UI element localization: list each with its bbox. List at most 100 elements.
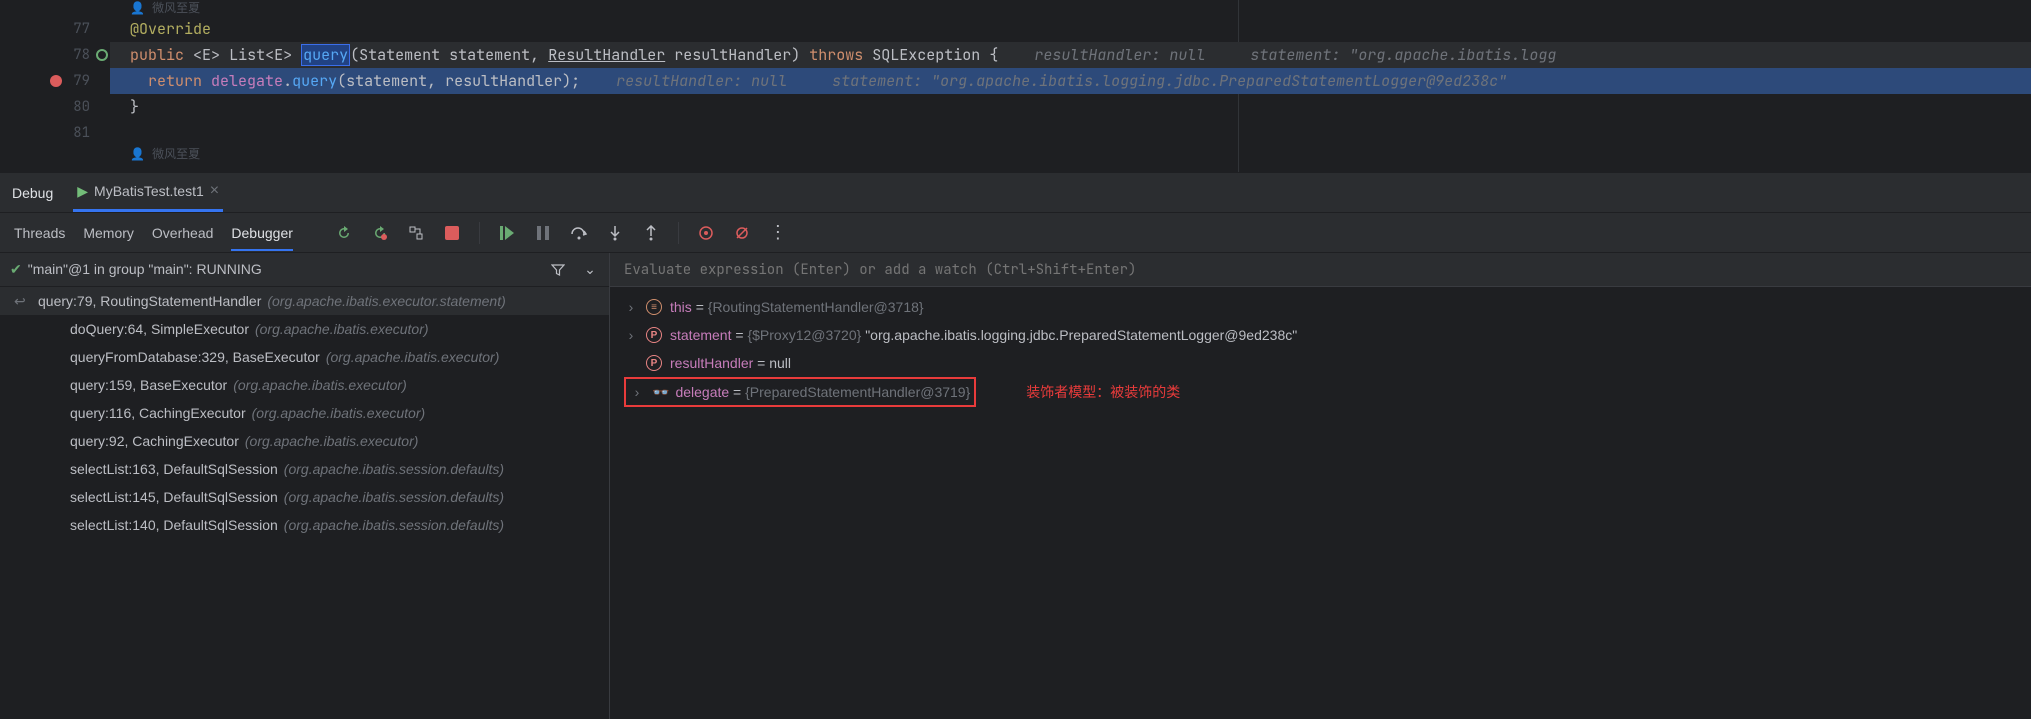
frame-location: selectList:145, DefaultSqlSession <box>70 489 278 505</box>
frame-package: (org.apache.ibatis.session.defaults) <box>284 489 504 505</box>
annotation-text: 装饰者模型：被装饰的类 <box>1026 382 1180 402</box>
modify-run-config-icon[interactable] <box>407 224 425 242</box>
breakpoint-icon[interactable] <box>50 75 62 87</box>
rerun-icon[interactable] <box>335 224 353 242</box>
frame-package: (org.apache.ibatis.executor) <box>255 321 429 337</box>
stack-frame[interactable]: queryFromDatabase:329, BaseExecutor (org… <box>0 343 609 371</box>
code-line-current[interactable]: return delegate.query(statement, resultH… <box>110 68 2031 94</box>
inline-hint: resultHandler: null <box>1034 45 1205 65</box>
chevron-right-icon[interactable]: › <box>624 327 638 343</box>
line-number: 80 <box>0 94 110 120</box>
param-icon: P <box>646 327 662 343</box>
chevron-down-icon[interactable]: ⌄ <box>581 261 599 279</box>
thread-status: "main"@1 in group "main": RUNNING <box>28 261 262 277</box>
frame-location: query:159, BaseExecutor <box>70 377 227 393</box>
highlight-box: › 👓 delegate = {PreparedStatementHandler… <box>624 377 976 407</box>
evaluate-input[interactable] <box>624 261 2031 279</box>
inline-hint: resultHandler: null <box>616 71 787 91</box>
frames-list[interactable]: ↩ query:79, RoutingStatementHandler (org.… <box>0 287 609 719</box>
variable-statement[interactable]: › P statement = {$Proxy12@3720} "org.apa… <box>610 321 2031 349</box>
object-icon: ≡ <box>646 299 662 315</box>
line-number[interactable]: 79 <box>0 68 110 94</box>
frame-package: (org.apache.ibatis.session.defaults) <box>284 517 504 533</box>
debug-toolbar: Threads Memory Overhead Debugger ⋮ <box>0 213 2031 253</box>
frame-location: query:92, CachingExecutor <box>70 433 239 449</box>
filter-icon[interactable] <box>549 261 567 279</box>
debug-tab-label: MyBatisTest.test1 <box>94 183 204 199</box>
debug-body: ✔ "main"@1 in group "main": RUNNING ⌄ ↩ qu… <box>0 253 2031 719</box>
author-hint: 👤 微风至夏 <box>110 146 2031 162</box>
evaluate-expression-field[interactable] <box>610 253 2031 287</box>
tab-memory[interactable]: Memory <box>83 225 134 241</box>
tab-debugger[interactable]: Debugger <box>231 225 293 251</box>
line-number: 77 <box>0 16 110 42</box>
frame-location: query:116, CachingExecutor <box>70 405 246 421</box>
debug-header: Debug ▶ MyBatisTest.test1 × <box>0 173 2031 213</box>
stack-frame[interactable]: query:116, CachingExecutor (org.apache.i… <box>0 399 609 427</box>
frame-location: selectList:163, DefaultSqlSession <box>70 461 278 477</box>
variables-list[interactable]: › ≡ this = {RoutingStatementHandler@3718… <box>610 287 2031 719</box>
debug-title: Debug <box>12 185 53 201</box>
resume-icon[interactable] <box>498 224 516 242</box>
frame-package: (org.apache.ibatis.executor) <box>326 349 500 365</box>
separator <box>678 222 679 244</box>
step-into-icon[interactable] <box>606 224 624 242</box>
author-hint: 👤 微风至夏 <box>110 0 2031 16</box>
more-icon[interactable]: ⋮ <box>769 224 787 242</box>
code-area[interactable]: 👤 微风至夏 @Override public <E> List<E> quer… <box>110 0 2031 172</box>
editor-gutter: 77 78 79 80 81 <box>0 0 110 172</box>
step-over-icon[interactable] <box>570 224 588 242</box>
inline-hint: statement: "org.apache.ibatis.logging.jd… <box>832 71 1507 91</box>
param-icon: P <box>646 355 662 371</box>
tab-overhead[interactable]: Overhead <box>152 225 213 241</box>
rerun-failed-icon[interactable] <box>371 224 389 242</box>
frame-package: (org.apache.ibatis.executor.statement) <box>267 293 505 309</box>
stop-icon[interactable] <box>443 224 461 242</box>
variable-this[interactable]: › ≡ this = {RoutingStatementHandler@3718… <box>610 293 2031 321</box>
view-breakpoints-icon[interactable] <box>697 224 715 242</box>
frame-location: query:79, RoutingStatementHandler <box>38 293 261 309</box>
stack-frame[interactable]: query:159, BaseExecutor (org.apache.ibat… <box>0 371 609 399</box>
frames-panel: ✔ "main"@1 in group "main": RUNNING ⌄ ↩ qu… <box>0 253 610 719</box>
stack-frame[interactable]: selectList:145, DefaultSqlSession (org.a… <box>0 483 609 511</box>
separator <box>479 222 480 244</box>
code-line[interactable]: public <E> List<E> query(Statement state… <box>110 42 2031 68</box>
mute-breakpoints-icon[interactable] <box>733 224 751 242</box>
code-line[interactable]: @Override <box>110 16 2031 42</box>
tab-threads[interactable]: Threads <box>14 225 65 241</box>
stack-frame[interactable]: selectList:163, DefaultSqlSession (org.a… <box>0 455 609 483</box>
chevron-right-icon[interactable]: › <box>630 384 644 400</box>
frame-package: (org.apache.ibatis.executor) <box>233 377 407 393</box>
stack-frame[interactable]: selectList:140, DefaultSqlSession (org.a… <box>0 511 609 539</box>
frame-package: (org.apache.ibatis.executor) <box>252 405 426 421</box>
variables-panel: › ≡ this = {RoutingStatementHandler@3718… <box>610 253 2031 719</box>
code-line[interactable]: } <box>110 94 2031 120</box>
pause-icon[interactable] <box>534 224 552 242</box>
close-icon[interactable]: × <box>210 182 219 200</box>
line-number[interactable]: 78 <box>0 42 110 68</box>
frame-location: queryFromDatabase:329, BaseExecutor <box>70 349 320 365</box>
debug-tool-window: Debug ▶ MyBatisTest.test1 × Threads Memo… <box>0 172 2031 719</box>
stack-frame[interactable]: doQuery:64, SimpleExecutor (org.apache.i… <box>0 315 609 343</box>
chevron-right-icon[interactable]: › <box>624 299 638 315</box>
run-gutter-icon[interactable] <box>96 49 108 61</box>
frame-location: doQuery:64, SimpleExecutor <box>70 321 249 337</box>
check-icon: ✔ <box>10 261 22 277</box>
line-number: 81 <box>0 120 110 146</box>
code-editor: 77 78 79 80 81 👤 微风至夏 @Override public <… <box>0 0 2031 172</box>
frame-package: (org.apache.ibatis.session.defaults) <box>284 461 504 477</box>
frames-header: ✔ "main"@1 in group "main": RUNNING ⌄ <box>0 253 609 287</box>
step-out-icon[interactable] <box>642 224 660 242</box>
stack-frame[interactable]: query:92, CachingExecutor (org.apache.ib… <box>0 427 609 455</box>
frame-location: selectList:140, DefaultSqlSession <box>70 517 278 533</box>
variable-delegate[interactable]: › 👓 delegate = {PreparedStatementHandler… <box>630 378 970 406</box>
variable-resultHandler[interactable]: P resultHandler = null <box>610 349 2031 377</box>
watch-icon: 👓 <box>652 384 667 401</box>
back-arrow-icon: ↩ <box>14 293 28 310</box>
code-line[interactable] <box>110 120 2031 146</box>
inline-hint: statement: "org.apache.ibatis.logg <box>1250 45 1556 65</box>
debug-session-tab[interactable]: ▶ MyBatisTest.test1 × <box>73 173 223 212</box>
frame-package: (org.apache.ibatis.executor) <box>245 433 419 449</box>
stack-frame[interactable]: ↩ query:79, RoutingStatementHandler (org.… <box>0 287 609 315</box>
run-icon: ▶ <box>77 183 88 200</box>
